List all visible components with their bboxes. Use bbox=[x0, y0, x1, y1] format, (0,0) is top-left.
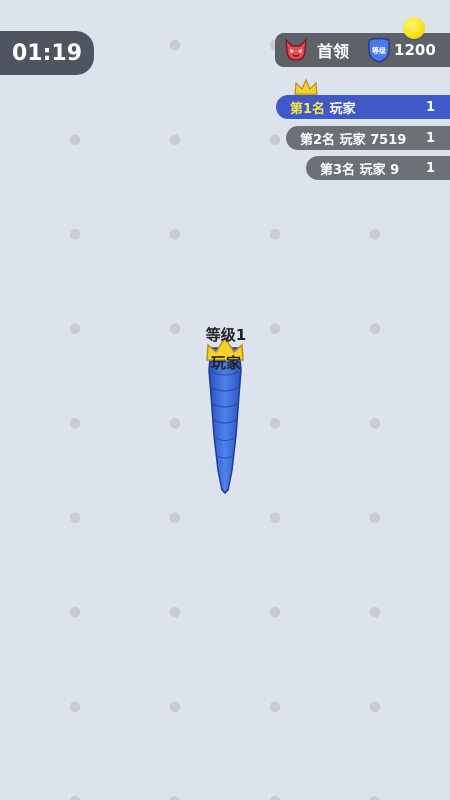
top-status-bar: 首领 等级 1200 bbox=[275, 33, 450, 67]
level-shield-text: 等级 bbox=[371, 46, 387, 55]
leaderboard-row-3: 第3名 玩家 9 1 bbox=[306, 156, 450, 180]
score-value: 1200 bbox=[394, 41, 436, 59]
leaderboard-score: 1 bbox=[426, 99, 436, 115]
leaderboard-name: 玩家 7519 bbox=[339, 132, 407, 148]
leaderboard-name: 玩家 bbox=[329, 101, 356, 117]
boss-label: 首领 bbox=[317, 42, 350, 61]
player-name-label: 玩家 bbox=[210, 354, 241, 372]
leaderboard-rank: 第2名 bbox=[300, 132, 336, 148]
leaderboard-score: 1 bbox=[426, 160, 436, 176]
devil-icon bbox=[285, 37, 307, 61]
timer-text: 01:19 bbox=[11, 40, 83, 66]
leaderboard-rank: 第3名 bbox=[320, 162, 356, 178]
leaderboard-rank: 第1名 bbox=[290, 101, 326, 117]
leaderboard-name: 玩家 9 bbox=[359, 162, 400, 178]
player-level-label: 等级1 bbox=[205, 326, 247, 344]
player-snake bbox=[206, 336, 244, 495]
leaderboard-score: 1 bbox=[426, 130, 436, 146]
leaderboard-row-1: 第1名 玩家 1 bbox=[276, 95, 450, 119]
leaderboard-row-2: 第2名 玩家 7519 1 bbox=[286, 126, 450, 150]
level-shield-icon: 等级 bbox=[368, 37, 390, 63]
match-timer: 01:19 bbox=[0, 31, 94, 75]
coin-icon bbox=[403, 17, 425, 39]
